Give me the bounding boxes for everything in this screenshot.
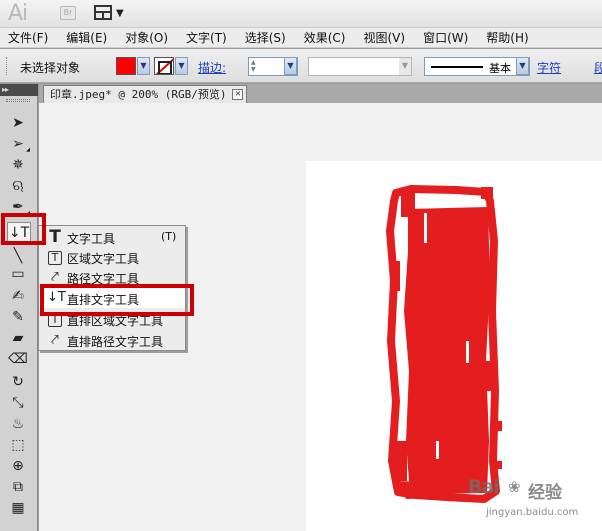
stroke-label[interactable]: 描边: (198, 59, 226, 76)
flyout-item-shortcut: (T) (161, 230, 177, 243)
pencil-tool-icon[interactable]: ✎ (8, 308, 28, 326)
watermark-brand-cn: 经验 (528, 483, 562, 503)
free-transform-tool-icon[interactable]: ⬚ (8, 436, 28, 454)
document-title: 印章.jpeg* @ 200% (RGB/预览) (50, 88, 227, 101)
flyout-item-label: 区域文字工具 (67, 252, 140, 266)
selection-status: 未选择对象 (20, 61, 81, 75)
stroke-dropdown-button[interactable]: ▼ (175, 57, 188, 75)
direct-selection-tool-icon[interactable]: ➢ ◢ (8, 135, 30, 153)
graph-tool-icon[interactable]: ▦ (8, 499, 28, 517)
tools-panel-header[interactable]: ▸▸ (0, 84, 38, 96)
menu-effect[interactable]: 效果(C) (296, 29, 351, 46)
toolbox-highlight-box (1, 213, 46, 245)
control-bar: 未选择对象 ▼ ▼ 描边: ▲ ▼ ▼ ▼ 基本 ▼ 字符 段 (0, 49, 602, 83)
flyout-item-label: 文字工具 (67, 232, 116, 246)
line-segment-tool-icon[interactable]: ╲ (8, 247, 28, 265)
paragraph-panel-link[interactable]: 段 (594, 59, 602, 76)
selection-tool-icon[interactable]: ➤ (8, 114, 28, 132)
warp-tool-icon[interactable]: ♨ (8, 415, 28, 433)
shape-builder-tool-icon[interactable]: ⊕ (8, 457, 28, 475)
flyout-item-label: 直排路径文字工具 (67, 335, 164, 349)
document-tab[interactable]: 印章.jpeg* @ 200% (RGB/预览) ✕ (43, 85, 248, 103)
flyout-item-area-type-tool[interactable]: T 区域文字工具 (39, 247, 185, 267)
menu-type[interactable]: 文字(T) (178, 29, 232, 46)
menu-window[interactable]: 窗口(W) (415, 29, 473, 46)
brush-stroke-preview (431, 66, 483, 68)
bridge-button[interactable]: Br (60, 6, 76, 20)
area-type-tool-icon: T (47, 247, 63, 267)
menu-file[interactable]: 文件(F) (0, 29, 53, 46)
paw-icon: ❀ (508, 478, 521, 496)
fill-color-swatch[interactable] (116, 57, 136, 75)
rectangle-tool-icon[interactable]: ▭ (8, 265, 28, 283)
watermark: Bai ❀ 经验 jingyan.baidu.com (468, 476, 598, 528)
stroke-weight-dropdown[interactable]: ▼ (284, 57, 297, 75)
watermark-url: jingyan.baidu.com (486, 507, 579, 518)
application-bar: Ai Br ▼ (0, 0, 602, 28)
arrange-documents-icon (94, 5, 112, 20)
perspective-grid-tool-icon[interactable]: ⧉ (8, 478, 28, 496)
vertical-type-on-path-tool-icon: ⤤ (51, 332, 59, 348)
document-tab-bar: 印章.jpeg* @ 200% (RGB/预览) ✕ (39, 84, 602, 103)
brush-definition-select[interactable]: 基本 (424, 57, 530, 76)
type-tool-icon: T (49, 227, 61, 247)
panel-grip[interactable] (6, 57, 8, 75)
paintbrush-tool-icon[interactable]: ✍ (8, 287, 28, 305)
tools-panel: ▸▸ ➤ ➢ ◢ ✵ ଋ ✒ ◢ ↓T ╲ ▭ ✍ ✎ ▰ ⌫ ↻ ⤡ ♨ ⬚ ⊕ … (0, 84, 38, 531)
stepper-icon[interactable]: ▲ ▼ (251, 59, 256, 73)
rotate-tool-icon[interactable]: ↻ (8, 373, 28, 391)
flyout-item-type-tool[interactable]: T 文字工具 (T) (39, 227, 185, 247)
menu-bar: 文件(F) 编辑(E) 对象(O) 文字(T) 选择(S) 效果(C) 视图(V… (0, 28, 602, 48)
arrange-documents-button[interactable]: ▼ (94, 5, 126, 22)
variable-width-profile-select[interactable]: ▼ (308, 57, 412, 76)
menu-select[interactable]: 选择(S) (237, 29, 291, 46)
menu-help[interactable]: 帮助(H) (478, 29, 533, 46)
chevron-down-icon: ▼ (399, 58, 411, 75)
lasso-tool-icon[interactable]: ଋ (8, 177, 28, 195)
scale-tool-icon[interactable]: ⤡ (8, 394, 28, 412)
flyout-item-vertical-type-on-path-tool[interactable]: ⤤ 直排路径文字工具 (39, 330, 185, 350)
menu-object[interactable]: 对象(O) (117, 29, 173, 46)
menu-edit[interactable]: 编辑(E) (58, 29, 112, 46)
fill-dropdown-button[interactable]: ▼ (137, 57, 150, 75)
dropdown-arrow-icon: ▼ (116, 8, 124, 19)
blob-brush-tool-icon[interactable]: ▰ (8, 329, 28, 347)
stroke-color-swatch[interactable] (154, 57, 174, 75)
close-icon[interactable]: ✕ (232, 89, 244, 100)
tools-panel-grip[interactable] (6, 99, 30, 102)
brush-name: 基本 (489, 62, 511, 75)
magic-wand-tool-icon[interactable]: ✵ (8, 156, 28, 174)
eraser-tool-icon[interactable]: ⌫ (8, 350, 28, 368)
menu-view[interactable]: 视图(V) (355, 29, 410, 46)
flyout-highlight-box (40, 284, 194, 316)
app-logo: Ai (8, 1, 28, 26)
character-panel-link[interactable]: 字符 (537, 59, 561, 76)
brush-dropdown-button[interactable]: ▼ (516, 57, 529, 75)
watermark-brand: Bai (468, 476, 500, 498)
